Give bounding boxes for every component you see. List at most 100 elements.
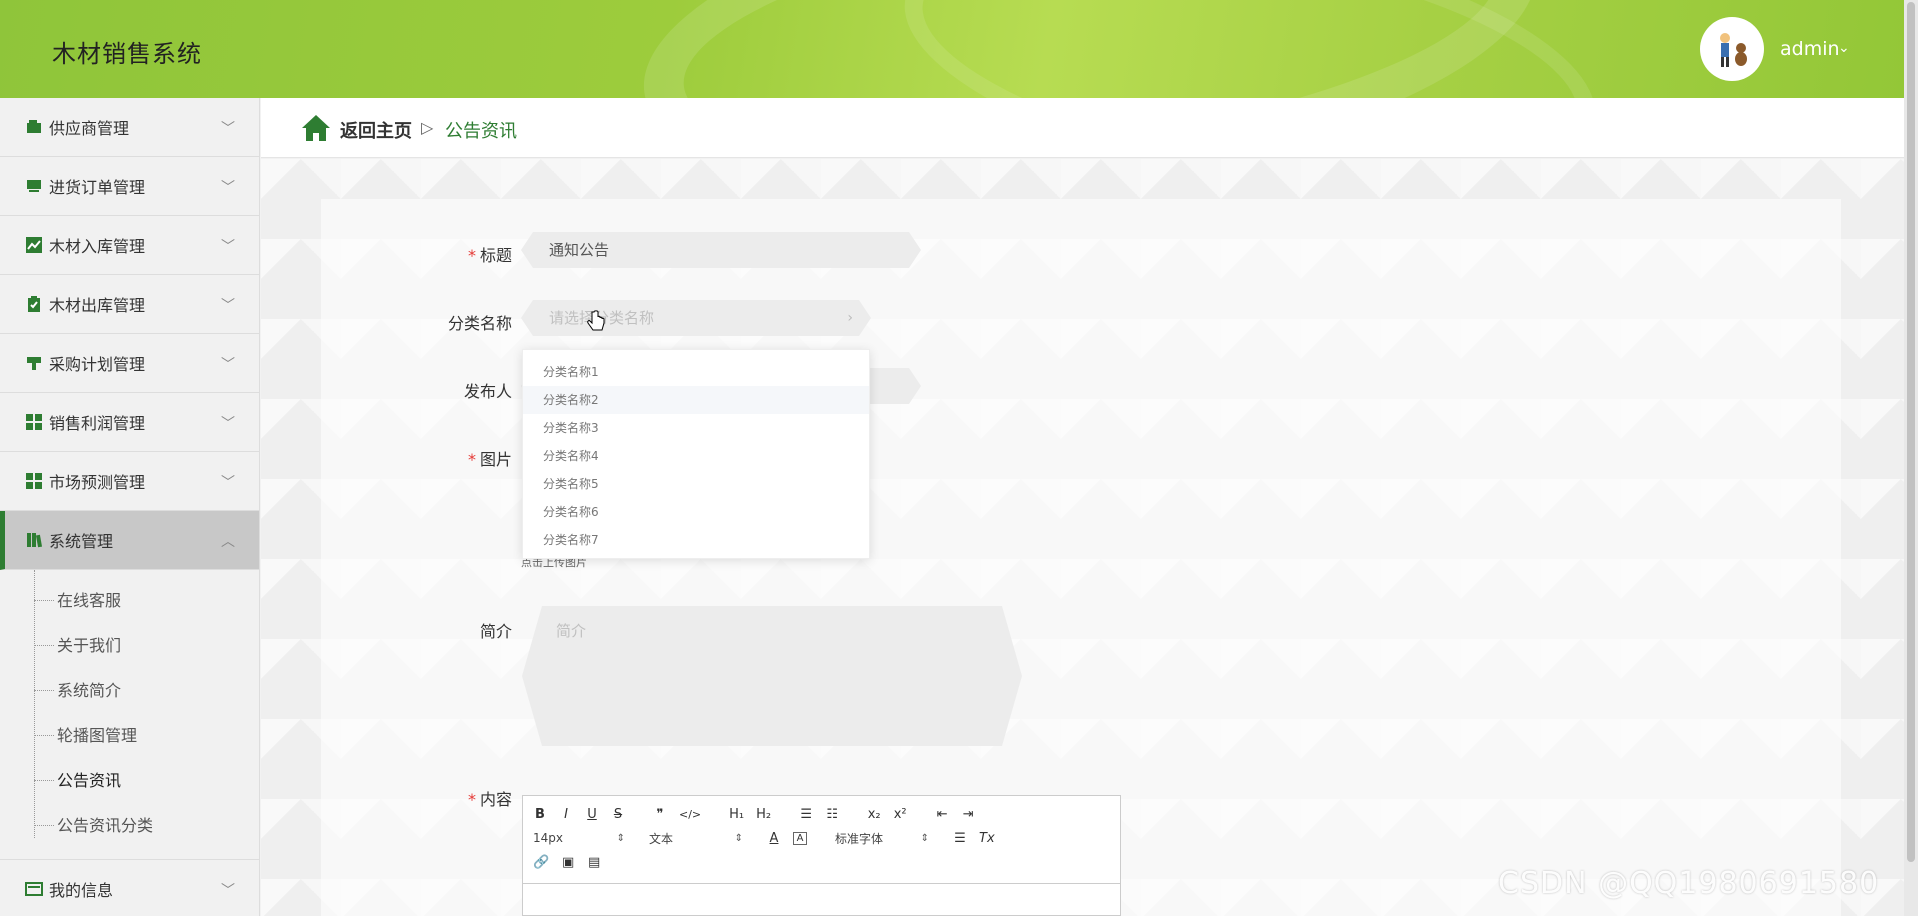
category-select[interactable]: 请选择分类名称 ›: [521, 300, 871, 336]
dropdown-option[interactable]: 分类名称6: [523, 498, 869, 526]
top-header: 木材销售系统 admin ⌄: [0, 0, 1904, 98]
dropdown-option[interactable]: 分类名称2: [523, 386, 869, 414]
sidebar-item-stock-out[interactable]: 木材出库管理 ﹀: [0, 275, 259, 334]
stamp-icon: [25, 354, 43, 372]
dropdown-option[interactable]: 分类名称3: [523, 414, 869, 442]
font-color-button[interactable]: A: [767, 831, 781, 846]
clipboard-check-icon: [25, 295, 43, 313]
text-type-select[interactable]: 文本 ⇕: [649, 830, 749, 847]
sidebar-subitem-news-category[interactable]: 公告资讯分类: [0, 803, 259, 848]
sidebar-item-system[interactable]: 系统管理 ︿: [0, 511, 259, 570]
clear-format-button[interactable]: Tx: [979, 831, 995, 846]
align-button[interactable]: ☰: [953, 831, 967, 846]
dropdown-option[interactable]: 分类名称7: [523, 526, 869, 554]
breadcrumb: 返回主页 ▷ 公告资讯: [261, 98, 1904, 158]
chevron-down-icon: ﹀: [221, 298, 235, 314]
underline-button[interactable]: U: [585, 807, 599, 822]
dropdown-option[interactable]: 分类名称5: [523, 470, 869, 498]
chevron-down-icon: ﹀: [221, 357, 235, 373]
sidebar-item-label: 进货订单管理: [49, 178, 146, 197]
font-size-select[interactable]: 14px ⇕: [533, 831, 631, 845]
video-icon[interactable]: ▤: [587, 855, 601, 870]
sidebar-subitem-online-service[interactable]: 在线客服: [0, 578, 259, 623]
avatar-figure-icon: [1720, 33, 1747, 67]
chevron-down-icon: ﹀: [221, 180, 235, 196]
sidebar-subitem-system-intro[interactable]: 系统简介: [0, 668, 259, 713]
breadcrumb-separator: ▷: [421, 118, 434, 137]
intro-label: 简介: [479, 622, 512, 641]
sidebar: 供应商管理 ﹀ 进货订单管理 ﹀ 木材入库管理 ﹀ 木材出库管理 ﹀ 采购计划管…: [0, 98, 260, 916]
id-card-icon: [25, 880, 43, 898]
image-icon[interactable]: ▣: [561, 855, 575, 870]
image-label: * 图片: [467, 450, 512, 469]
intro-textarea[interactable]: 简介: [522, 606, 1022, 746]
rich-text-editor[interactable]: B I U S ❞ </> H₁ H₂ ☰ ☷ x₂ x² ⇤ ⇥ 14px ⇕ …: [522, 795, 1121, 916]
quote-button[interactable]: ❞: [653, 807, 667, 822]
background-color-button[interactable]: A: [793, 831, 807, 845]
home-icon[interactable]: [301, 114, 331, 142]
chart-line-icon: [25, 236, 43, 254]
sidebar-item-sales-profit[interactable]: 销售利润管理 ﹀: [0, 393, 259, 452]
sidebar-subitem-about-us[interactable]: 关于我们: [0, 623, 259, 668]
sidebar-item-label: 系统管理: [49, 532, 114, 551]
app-title: 木材销售系统: [52, 40, 202, 68]
h1-button[interactable]: H₁: [729, 807, 744, 822]
bold-button[interactable]: B: [533, 807, 547, 822]
dropdown-option[interactable]: 分类名称1: [523, 358, 869, 386]
user-name[interactable]: admin: [1780, 38, 1840, 60]
hand-cursor-icon: [587, 310, 605, 331]
sidebar-item-supplier[interactable]: 供应商管理 ﹀: [0, 98, 259, 157]
bullet-list-button[interactable]: ☷: [825, 807, 839, 822]
chevron-down-icon[interactable]: ⌄: [1838, 40, 1850, 56]
wallet-icon: [25, 118, 43, 136]
chevron-right-icon: ›: [847, 310, 853, 326]
category-label: 分类名称: [447, 314, 512, 333]
grid-icon: [25, 472, 43, 490]
sidebar-item-label: 销售利润管理: [49, 414, 146, 433]
intro-placeholder: 简介: [556, 622, 587, 640]
sidebar-subitem-news[interactable]: 公告资讯: [0, 758, 259, 803]
content-label: * 内容: [467, 790, 512, 809]
sidebar-item-label: 采购计划管理: [49, 355, 146, 374]
link-icon[interactable]: 🔗: [533, 855, 549, 870]
outdent-button[interactable]: ⇤: [935, 807, 949, 822]
sidebar-item-purchase-plan[interactable]: 采购计划管理 ﹀: [0, 334, 259, 393]
strike-button[interactable]: S: [611, 807, 625, 822]
avatar[interactable]: [1700, 17, 1764, 81]
code-button[interactable]: </>: [679, 808, 701, 821]
sidebar-subitem-carousel[interactable]: 轮播图管理: [0, 713, 259, 758]
inbox-icon: [25, 177, 43, 195]
sidebar-item-label: 我的信息: [49, 881, 114, 900]
title-input[interactable]: 通知公告: [521, 232, 921, 268]
dropdown-option[interactable]: 分类名称4: [523, 442, 869, 470]
book-icon: [25, 531, 43, 549]
italic-button[interactable]: I: [559, 807, 573, 822]
superscript-button[interactable]: x²: [893, 807, 907, 822]
chevron-down-icon: ﹀: [221, 883, 235, 899]
sidebar-item-label: 木材入库管理: [49, 237, 146, 256]
title-label: * 标题: [467, 246, 512, 265]
font-family-select[interactable]: 标准字体 ⇕: [835, 830, 935, 847]
ordered-list-button[interactable]: ☰: [799, 807, 813, 822]
sidebar-item-stock-in[interactable]: 木材入库管理 ﹀: [0, 216, 259, 275]
sidebar-item-purchase-order[interactable]: 进货订单管理 ﹀: [0, 157, 259, 216]
publisher-label: 发布人: [463, 382, 512, 401]
scrollbar[interactable]: [1904, 0, 1918, 916]
h2-button[interactable]: H₂: [756, 807, 771, 822]
category-dropdown: 分类名称1 分类名称2 分类名称3 分类名称4 分类名称5 分类名称6 分类名称…: [522, 349, 870, 559]
subscript-button[interactable]: x₂: [867, 807, 881, 822]
chevron-down-icon: ﹀: [221, 475, 235, 491]
chevron-down-icon: ﹀: [221, 239, 235, 255]
sidebar-item-my-info[interactable]: 我的信息 ﹀: [0, 860, 259, 916]
breadcrumb-home-link[interactable]: 返回主页: [340, 117, 412, 143]
chevron-down-icon: ﹀: [221, 121, 235, 137]
scrollbar-thumb[interactable]: [1907, 2, 1915, 862]
editor-toolbar: B I U S ❞ </> H₁ H₂ ☰ ☷ x₂ x² ⇤ ⇥ 14px ⇕ …: [523, 796, 1120, 884]
sidebar-item-label: 市场预测管理: [49, 473, 146, 492]
chevron-down-icon: ﹀: [221, 416, 235, 432]
breadcrumb-current: 公告资讯: [445, 121, 517, 142]
indent-button[interactable]: ⇥: [961, 807, 975, 822]
system-submenu: 在线客服 关于我们 系统简介 轮播图管理 公告资讯 公告资讯分类: [0, 570, 259, 860]
sidebar-item-market-forecast[interactable]: 市场预测管理 ﹀: [0, 452, 259, 511]
grid-icon: [25, 413, 43, 431]
